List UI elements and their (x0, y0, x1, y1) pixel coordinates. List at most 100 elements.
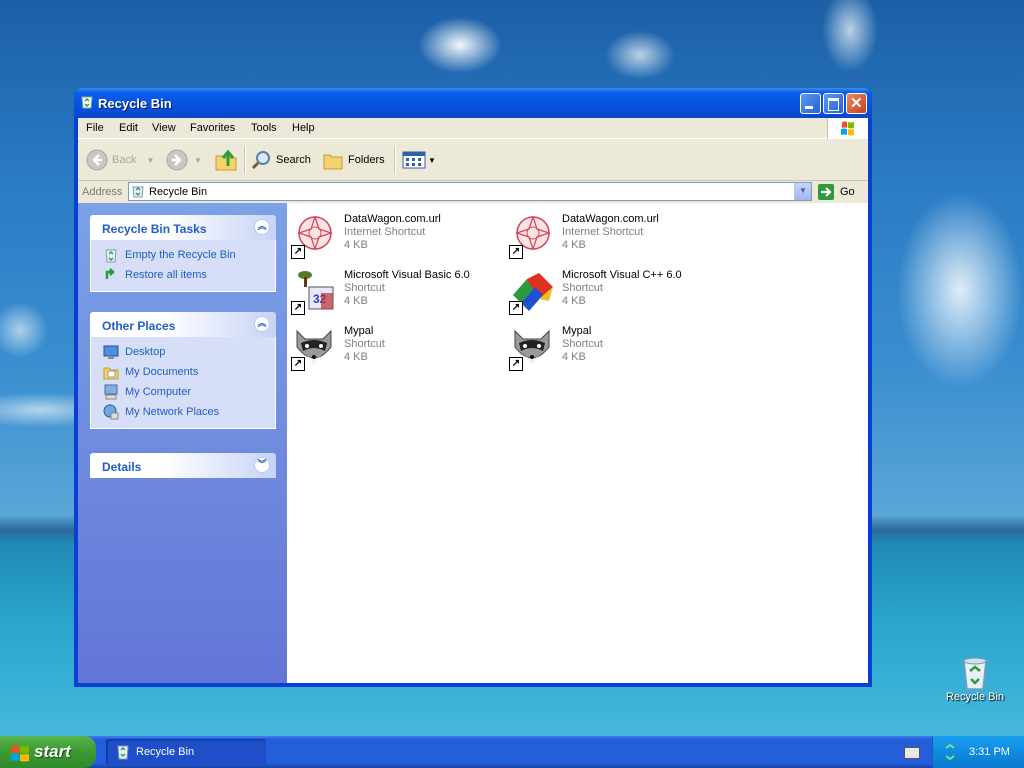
visual-basic-icon: 32 ↗ (291, 269, 337, 315)
file-item[interactable]: 32 ↗ Microsoft Visual Basic 6.0 Shortcut… (287, 265, 505, 317)
collapse-chevron-icon[interactable]: ︽ (254, 219, 270, 235)
internet-shortcut-icon: ↗ (291, 213, 337, 259)
shortcut-arrow-icon: ↗ (509, 245, 523, 259)
place-my-network-places[interactable]: My Network Places (91, 402, 275, 422)
network-places-icon (103, 404, 119, 420)
toolbar: Back ▼ ▼ Search Folders ▼ (78, 140, 868, 181)
recycle-tray-icon[interactable] (943, 744, 957, 760)
file-item[interactable]: ↗ DataWagon.com.url Internet Shortcut 4 … (287, 209, 505, 261)
menu-bar: File Edit View Favorites Tools Help (78, 118, 868, 139)
folders-button[interactable]: Folders (322, 148, 385, 172)
file-item[interactable]: ↗ Mypal Shortcut 4 KB (287, 321, 505, 373)
up-folder-icon (215, 149, 237, 171)
shortcut-arrow-icon: ↗ (509, 357, 523, 371)
empty-recycle-bin-icon (103, 247, 119, 263)
panel-body: Desktop My Documents My Computer My Netw… (90, 337, 276, 429)
desktop-icon (103, 344, 119, 360)
views-button[interactable]: ▼ (402, 148, 436, 172)
clock: 3:31 PM (969, 746, 1010, 758)
menu-file[interactable]: File (86, 122, 104, 134)
back-dropdown-icon: ▼ (146, 155, 155, 165)
system-tray: 3:31 PM (932, 736, 1024, 768)
maximize-icon (828, 98, 839, 111)
collapse-chevron-icon[interactable]: ︽ (254, 316, 270, 332)
raccoon-icon: ↗ (509, 325, 555, 371)
chevron-down-icon: ▼ (799, 186, 807, 195)
task-pane: Recycle Bin Tasks ︽ Empty the Recycle Bi… (78, 203, 287, 683)
menu-favorites[interactable]: Favorites (190, 122, 235, 134)
shortcut-arrow-icon: ↗ (291, 357, 305, 371)
forward-arrow-icon (166, 149, 188, 171)
back-arrow-icon (86, 149, 108, 171)
place-my-documents[interactable]: My Documents (91, 362, 275, 382)
shortcut-arrow-icon: ↗ (291, 245, 305, 259)
raccoon-icon: ↗ (291, 325, 337, 371)
views-icon (402, 151, 426, 169)
task-empty-recycle-bin[interactable]: Empty the Recycle Bin (91, 245, 275, 265)
restore-icon (103, 267, 119, 283)
shortcut-arrow-icon: ↗ (509, 301, 523, 315)
address-label: Address (82, 186, 123, 198)
panel-header[interactable]: Details ︾ (90, 453, 276, 478)
recycle-bin-icon (132, 185, 144, 198)
file-item[interactable]: ↗ Mypal Shortcut 4 KB (505, 321, 723, 373)
panel-title: Recycle Bin Tasks (102, 222, 207, 236)
internet-shortcut-icon: ↗ (509, 213, 555, 259)
details-panel: Details ︾ (90, 453, 276, 478)
expand-chevron-icon[interactable]: ︾ (254, 457, 270, 473)
panel-header[interactable]: Recycle Bin Tasks ︽ (90, 215, 276, 240)
menu-tools[interactable]: Tools (251, 122, 277, 134)
other-places-panel: Other Places ︽ Desktop My Documents My C… (90, 312, 276, 429)
windows-logo-icon (827, 118, 868, 139)
maximize-button[interactable] (823, 93, 844, 114)
address-input[interactable]: Recycle Bin ▼ (128, 182, 812, 201)
visual-cpp-icon: ↗ (509, 269, 555, 315)
search-icon (251, 151, 270, 170)
menu-edit[interactable]: Edit (119, 122, 138, 134)
title-bar[interactable]: Recycle Bin ✕ (74, 88, 872, 118)
minimize-button[interactable] (800, 93, 821, 114)
panel-title: Other Places (102, 319, 176, 333)
task-restore-all-items[interactable]: Restore all items (91, 265, 275, 285)
my-computer-icon (103, 384, 119, 400)
keyboard-icon[interactable] (904, 747, 920, 759)
close-icon: ✕ (850, 95, 863, 112)
window-client: File Edit View Favorites Tools Help Back… (78, 118, 868, 683)
recycle-bin-icon (80, 95, 94, 109)
window-title: Recycle Bin (98, 96, 172, 111)
desktop-recycle-bin[interactable]: Recycle Bin (940, 655, 1010, 705)
file-list: ↗ DataWagon.com.url Internet Shortcut 4 … (287, 203, 868, 683)
back-button[interactable]: Back ▼ (86, 148, 154, 172)
close-button[interactable]: ✕ (846, 93, 867, 114)
taskbar-button-recycle-bin[interactable]: Recycle Bin (106, 739, 266, 765)
views-dropdown-icon: ▼ (428, 155, 436, 165)
go-button[interactable]: Go (818, 182, 855, 202)
file-item[interactable]: ↗ DataWagon.com.url Internet Shortcut 4 … (505, 209, 723, 261)
up-folder-button[interactable] (214, 148, 238, 172)
desktop-icon-label: Recycle Bin (945, 691, 1005, 703)
start-button[interactable]: start (0, 736, 96, 768)
place-desktop[interactable]: Desktop (91, 342, 275, 362)
place-my-computer[interactable]: My Computer (91, 382, 275, 402)
file-item[interactable]: ↗ Microsoft Visual C++ 6.0 Shortcut 4 KB (505, 265, 723, 317)
folders-icon (323, 154, 343, 170)
go-arrow-icon (818, 184, 834, 200)
search-button[interactable]: Search (250, 148, 311, 172)
panel-title: Details (102, 460, 142, 474)
panel-header[interactable]: Other Places ︽ (90, 312, 276, 337)
explorer-window: Recycle Bin ✕ File Edit View Favorites T… (74, 88, 872, 687)
recycle-bin-icon (117, 745, 129, 760)
address-bar: Address Recycle Bin ▼ Go (78, 181, 868, 203)
address-dropdown-button[interactable]: ▼ (794, 183, 811, 200)
shortcut-arrow-icon: ↗ (291, 301, 305, 315)
menu-view[interactable]: View (152, 122, 176, 134)
recycle-bin-tasks-panel: Recycle Bin Tasks ︽ Empty the Recycle Bi… (90, 215, 276, 292)
panel-body: Empty the Recycle Bin Restore all items (90, 240, 276, 292)
menu-help[interactable]: Help (292, 122, 315, 134)
my-documents-icon (103, 364, 119, 380)
windows-logo-icon (11, 745, 29, 762)
toolbar-separator (394, 146, 396, 174)
forward-button[interactable]: ▼ (166, 148, 202, 172)
forward-dropdown-icon: ▼ (194, 155, 202, 165)
taskbar: start Recycle Bin 3:31 PM (0, 736, 1024, 768)
